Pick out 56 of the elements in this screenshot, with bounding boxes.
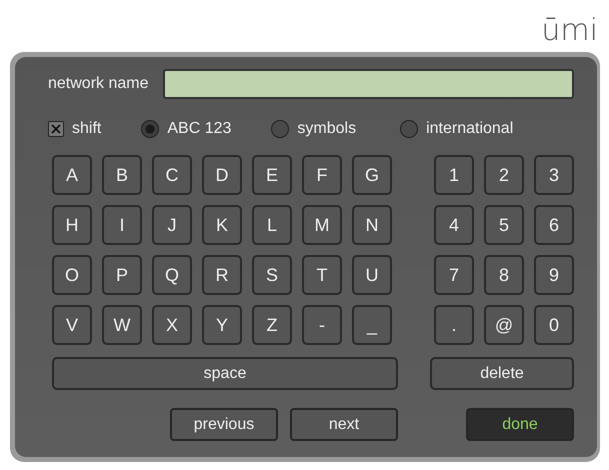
input-field[interactable] — [162, 69, 574, 99]
key[interactable]: V — [52, 305, 92, 345]
key[interactable]: L — [252, 205, 292, 245]
key[interactable]: 0 — [534, 305, 574, 345]
key[interactable]: C — [152, 155, 192, 195]
checkbox[interactable] — [48, 121, 64, 137]
key[interactable]: J — [152, 205, 192, 245]
key[interactable]: X — [152, 305, 192, 345]
previous-button[interactable]: previous — [170, 408, 278, 441]
radio-label: international — [426, 120, 514, 138]
key[interactable]: @ — [484, 305, 524, 345]
key[interactable]: U — [352, 255, 392, 295]
key[interactable]: G — [352, 155, 392, 195]
key[interactable]: Q — [152, 255, 192, 295]
key[interactable]: . — [434, 305, 474, 345]
key[interactable]: _ — [352, 305, 392, 345]
key[interactable]: 8 — [484, 255, 524, 295]
done-button[interactable]: done — [466, 408, 574, 441]
key[interactable]: 1 — [434, 155, 474, 195]
key[interactable]: F — [302, 155, 342, 195]
logo: ūmi — [541, 12, 599, 50]
key[interactable]: M — [302, 205, 342, 245]
key[interactable]: R — [202, 255, 242, 295]
key[interactable]: E — [252, 155, 292, 195]
key[interactable]: Y — [202, 305, 242, 345]
radio-button[interactable] — [271, 120, 290, 138]
key[interactable]: - — [302, 305, 342, 345]
key[interactable]: 5 — [484, 205, 524, 245]
key[interactable]: A — [52, 155, 92, 195]
delete-key[interactable]: delete — [430, 357, 574, 390]
key[interactable]: 4 — [434, 205, 474, 245]
radio-button[interactable] — [141, 120, 160, 138]
radio-button[interactable] — [400, 120, 418, 138]
key[interactable]: 9 — [534, 255, 574, 295]
next-button[interactable]: next — [290, 408, 398, 441]
key[interactable]: 7 — [434, 255, 474, 295]
space-key[interactable]: space — [52, 357, 398, 390]
radio-label: symbols — [297, 120, 356, 138]
key[interactable]: 2 — [484, 155, 524, 195]
field-label: network name — [48, 75, 148, 93]
key[interactable]: P — [102, 255, 142, 295]
key[interactable]: H — [52, 205, 92, 245]
key[interactable]: O — [52, 255, 92, 295]
key[interactable]: 6 — [534, 205, 574, 245]
key[interactable]: Z — [252, 305, 292, 345]
key[interactable]: S — [252, 255, 292, 295]
key[interactable]: B — [102, 155, 142, 195]
key[interactable]: I — [102, 205, 142, 245]
radio-label: ABC 123 — [167, 120, 232, 138]
key[interactable]: K — [202, 205, 242, 245]
key[interactable]: W — [102, 305, 142, 345]
key[interactable]: D — [202, 155, 242, 195]
key[interactable]: 3 — [534, 155, 574, 195]
key[interactable]: N — [352, 205, 392, 245]
key[interactable]: T — [302, 255, 342, 295]
checkbox-label: shift — [72, 120, 102, 138]
